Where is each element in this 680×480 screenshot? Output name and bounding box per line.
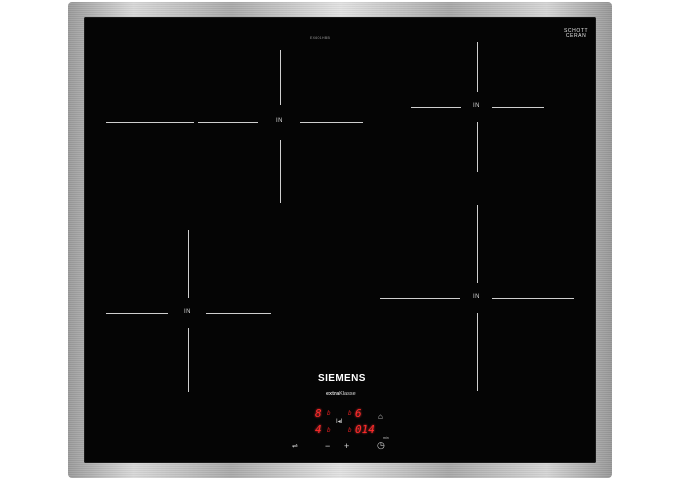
zone-line bbox=[280, 140, 281, 203]
model-label: EX601HBB bbox=[310, 36, 331, 40]
wipe-protection-icon[interactable]: ⇌ bbox=[292, 442, 298, 451]
zone-line bbox=[477, 42, 478, 92]
booster-marker: b bbox=[327, 410, 331, 417]
minus-button[interactable]: − bbox=[325, 442, 330, 451]
lock-icon[interactable]: ⌂ bbox=[378, 412, 383, 421]
power-display-right-top[interactable]: 6 bbox=[355, 408, 362, 419]
booster-marker: b bbox=[348, 427, 352, 434]
zone-line bbox=[300, 122, 363, 123]
timer-display[interactable]: 014 bbox=[355, 424, 375, 435]
zone-line bbox=[477, 205, 478, 283]
zone-line bbox=[206, 313, 271, 314]
zone-line bbox=[106, 313, 168, 314]
extraklasse-bold: extra bbox=[326, 391, 340, 397]
zone-line bbox=[492, 107, 544, 108]
induction-zone-label: IN bbox=[473, 103, 480, 109]
ceran-text: CERAN bbox=[565, 33, 587, 39]
booster-marker: b bbox=[348, 410, 352, 417]
power-display-front-left-top[interactable]: 8 bbox=[315, 408, 322, 419]
booster-marker: b bbox=[327, 427, 331, 434]
siemens-logo: SIEMENS bbox=[318, 373, 366, 384]
induction-zone-label: IN bbox=[276, 118, 283, 124]
zone-line bbox=[188, 328, 189, 392]
induction-zone-label: IN bbox=[184, 309, 191, 315]
plus-button[interactable]: + bbox=[344, 442, 349, 451]
zone-line bbox=[188, 230, 189, 298]
zone-line bbox=[380, 298, 460, 299]
power-display-front-left-bottom[interactable]: 4 bbox=[315, 424, 322, 435]
zone-line bbox=[492, 298, 574, 299]
schott-ceran-logo: SCHOTT CERAN bbox=[564, 29, 588, 39]
extraklasse-label: extraKlasse bbox=[326, 391, 356, 397]
zone-line bbox=[477, 122, 478, 172]
extraklasse-light: Klasse bbox=[339, 391, 356, 397]
timer-icon[interactable]: ◷ bbox=[377, 441, 385, 450]
zone-line bbox=[411, 107, 461, 108]
zone-line bbox=[280, 50, 281, 105]
zone-line bbox=[477, 313, 478, 391]
induction-zone-label: IN bbox=[473, 294, 480, 300]
zone-line bbox=[198, 122, 258, 123]
zone-select-icon[interactable]: I◂I bbox=[336, 418, 342, 427]
zone-line bbox=[106, 122, 194, 123]
